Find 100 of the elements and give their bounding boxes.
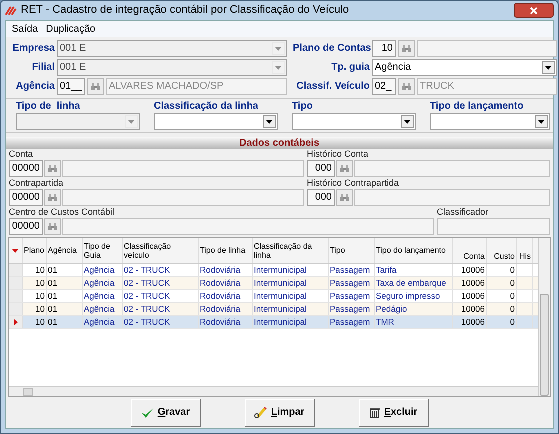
field-label: Classificador [437,207,490,218]
dropdown-field[interactable] [16,113,140,130]
field-label: Classif. Veículo [296,80,370,94]
table-cell: 10006 [460,303,486,315]
lookup-button[interactable] [87,78,104,95]
binoculars-icon [48,194,58,202]
dropdown-arrow-icon [266,120,273,124]
code-field[interactable]: 02_ [372,78,396,95]
code-field[interactable]: 00000 [9,189,43,206]
delete-button[interactable]: Excluir [358,398,428,426]
code-field[interactable]: 10 [372,40,396,57]
field-label: Centro de Custos Contábil [9,207,116,218]
close-button[interactable] [514,3,554,18]
vertical-scrollbar[interactable] [538,238,550,396]
clear-button[interactable]: Limpar [244,398,314,426]
table-row[interactable]: 10 01 Agência 02 - TRUCK Rodoviária Intermunicipal Passagem Seguro impresso 10006 0 [9,290,538,303]
menu-item[interactable]: Saída [12,22,38,36]
table-cell: Rodoviária [199,303,242,315]
table-cell: Rodoviária [199,277,242,289]
column-header[interactable]: Agência [47,246,82,255]
row-selector[interactable] [9,316,23,328]
table-cell: Passagem [329,264,372,276]
table-row[interactable]: 10 01 Agência 02 - TRUCK Rodoviária Intermunicipal Passagem Tarifa 10006 0 [9,264,538,277]
column-header[interactable]: Tipo de Guia [83,242,122,260]
sort-arrow-icon [12,248,19,252]
column-header[interactable]: Tipo de linha [199,246,252,255]
checkmark-icon [140,406,155,418]
lookup-button[interactable] [398,78,415,95]
lookup-button[interactable] [44,189,61,206]
table-cell: 02 - TRUCK [123,290,172,302]
table-cell: Passagem [329,303,372,315]
column-header[interactable]: His [517,252,532,263]
dropdown-field[interactable] [154,113,278,130]
dropdown-field[interactable]: 001 E [57,59,287,76]
menu-item[interactable]: Duplicação [46,22,96,36]
code-field[interactable]: 000 [307,160,335,177]
field-label: Contrapartida [9,178,65,189]
trash-bin-icon [369,406,382,419]
table-cell: Pedágio [375,303,408,315]
table-cell: 10 [34,290,46,302]
column-header[interactable]: Plano [23,246,46,255]
field-label: Empresa [12,42,55,56]
lookup-button[interactable] [44,218,61,235]
lookup-button[interactable] [398,40,415,57]
dropdown-field[interactable] [292,113,416,130]
dropdown-arrow-icon [545,66,552,70]
column-header[interactable]: Tipo do lançamento [375,246,452,255]
code-field[interactable]: 000 [307,189,335,206]
table-row[interactable]: 10 01 Agência 02 - TRUCK Rodoviária Intermunicipal Passagem TMR 10006 0 [9,316,538,329]
code-field[interactable]: 00000 [9,160,43,177]
table-cell: 0 [509,264,516,276]
lookup-button[interactable] [44,160,61,177]
column-header[interactable]: Classificação da linha [253,242,328,260]
table-cell: Taxa de embarque [375,277,448,289]
dropdown-field[interactable]: Agência [372,59,557,76]
section-title: Dados contábeis [239,136,320,150]
save-button[interactable]: Gravar [130,398,200,426]
table-cell: Agência [83,316,116,328]
table-cell: 10006 [460,264,486,276]
column-header[interactable]: Conta [453,252,486,263]
table-cell: 01 [47,316,58,328]
table-cell: Passagem [329,316,372,328]
table-cell: 10006 [460,290,486,302]
table-cell: 10 [34,277,46,289]
table-cell: 0 [509,290,516,302]
table-row[interactable]: 10 01 Agência 02 - TRUCK Rodoviária Intermunicipal Passagem Taxa de embarque 10006 0 [9,277,538,290]
table-row[interactable]: 10 01 Agência 02 - TRUCK Rodoviária Intermunicipal Passagem Pedágio 10006 0 [9,303,538,316]
binoculars-icon [48,164,58,172]
table-cell: 02 - TRUCK [123,264,172,276]
column-header[interactable]: Custo [487,252,516,263]
dropdown-field[interactable]: 001 E [57,40,287,57]
table-cell: Intermunicipal [253,316,308,328]
table-cell: 0 [509,316,516,328]
table-cell: 0 [509,303,516,315]
table-cell: 01 [47,290,58,302]
table-cell: 10 [34,264,46,276]
horizontal-scrollbar[interactable] [9,386,538,396]
table-cell: Intermunicipal [253,303,308,315]
binoculars-icon [48,222,58,230]
code-field[interactable]: 00000 [9,218,43,235]
dropdown-field[interactable] [430,113,550,130]
table-cell: Passagem [329,277,372,289]
dropdown-arrow-icon [275,66,282,70]
lookup-button[interactable] [336,160,353,177]
table-cell: Intermunicipal [253,264,308,276]
table-cell: Agência [83,264,116,276]
column-header[interactable]: Tipo [329,246,374,255]
table-cell: 02 - TRUCK [123,277,172,289]
table-cell: 10006 [460,277,486,289]
app-logo-icon [5,6,17,16]
table-cell: 10 [34,316,46,328]
field-label: Plano de Contas [293,42,370,56]
column-header[interactable]: Classificação veículo [123,242,198,260]
lookup-button[interactable] [336,189,353,206]
table-cell: 10 [34,303,46,315]
table-cell: Rodoviária [199,316,242,328]
code-field[interactable]: 01__ [57,78,85,95]
field-label: Tp. guia [330,61,370,75]
table-cell: Tarifa [375,264,398,276]
binoculars-icon [340,164,350,172]
